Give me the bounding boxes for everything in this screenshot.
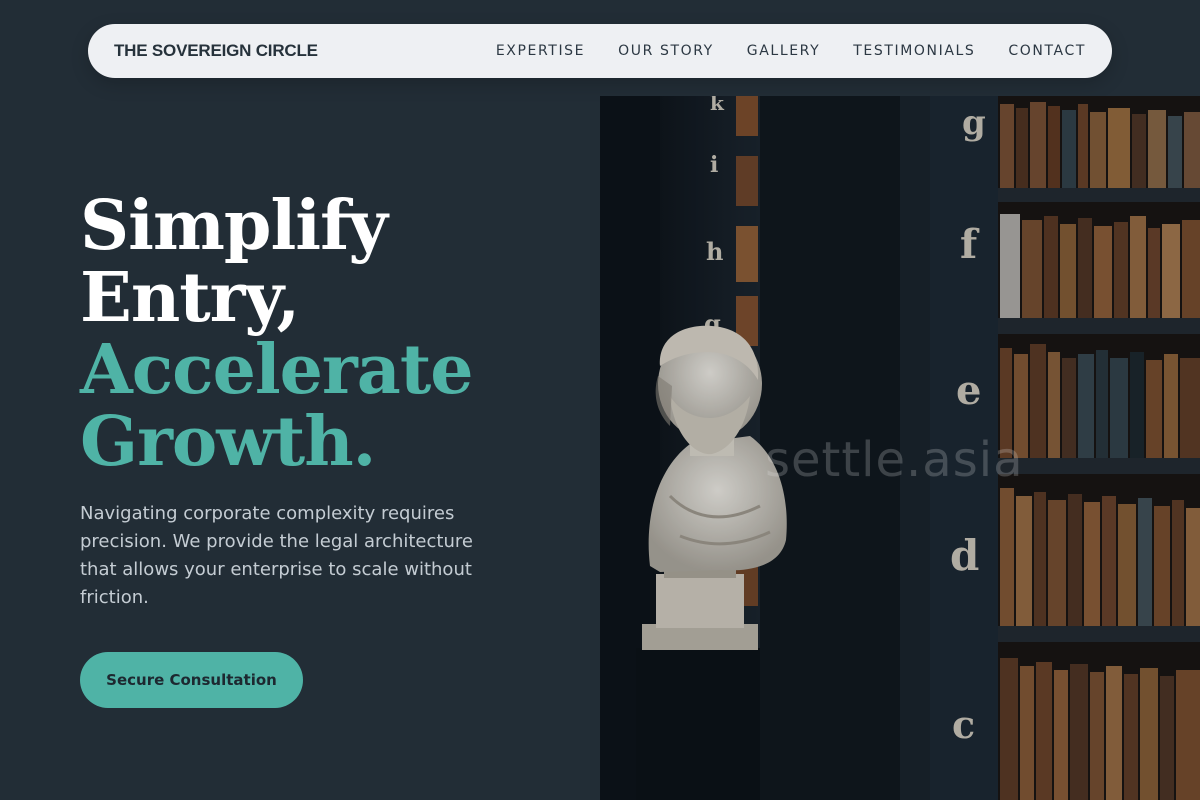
nav-item-contact[interactable]: CONTACT bbox=[1008, 43, 1086, 59]
nav-menu: EXPERTISE OUR STORY GALLERY TESTIMONIALS… bbox=[496, 43, 1086, 59]
nav-item-testimonials[interactable]: TESTIMONIALS bbox=[853, 43, 975, 59]
nav-item-gallery[interactable]: GALLERY bbox=[747, 43, 820, 59]
top-navigation: THE SOVEREIGN CIRCLE EXPERTISE OUR STORY… bbox=[88, 24, 1112, 78]
hero-title-line-1: Simplify bbox=[80, 186, 388, 266]
nav-item-our-story[interactable]: OUR STORY bbox=[618, 43, 714, 59]
library-bust-photo: k i h g g f e d c bbox=[600, 96, 1200, 800]
secure-consultation-button[interactable]: Secure Consultation bbox=[80, 652, 303, 708]
hero-image: k i h g g f e d c bbox=[600, 96, 1200, 800]
hero-description: Navigating corporate complexity requires… bbox=[80, 503, 473, 608]
hero-title-line-4: Growth. bbox=[80, 402, 376, 482]
brand-logo[interactable]: THE SOVEREIGN CIRCLE bbox=[114, 41, 318, 61]
nav-item-expertise[interactable]: EXPERTISE bbox=[496, 43, 585, 59]
hero-title-line-3: Accelerate bbox=[80, 330, 473, 410]
hero-title: Simplify Entry, Accelerate Growth. bbox=[80, 190, 473, 478]
hero-title-line-2: Entry, bbox=[80, 258, 300, 338]
